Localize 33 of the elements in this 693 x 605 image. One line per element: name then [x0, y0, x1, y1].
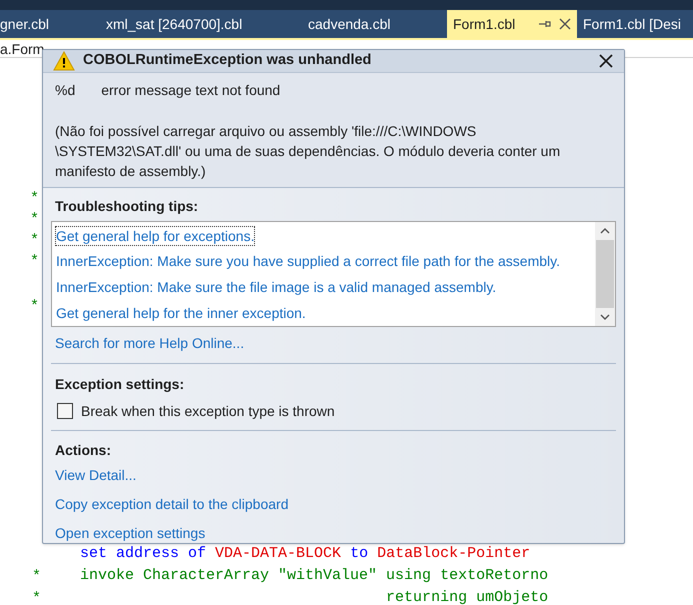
editor-tab[interactable]: Form1.cbl: [447, 10, 577, 38]
help-link[interactable]: Search for more Help Online...: [55, 334, 244, 351]
comment-marker: *: [30, 210, 40, 230]
comment-marker: *: [30, 252, 40, 272]
close-icon[interactable]: [559, 18, 571, 30]
comment-marker: *: [32, 590, 42, 605]
section-heading: Troubleshooting tips:: [54, 196, 200, 216]
comment-marker: *: [30, 297, 40, 317]
action-link[interactable]: Copy exception detail to the clipboard: [55, 494, 288, 515]
error-message: error message text not found: [101, 80, 280, 100]
comment-marker: *: [30, 189, 40, 209]
checkbox[interactable]: [57, 403, 73, 420]
comment-marker: *: [32, 568, 42, 585]
close-icon[interactable]: [598, 52, 614, 69]
warning-icon: [53, 50, 75, 71]
error-code: %d: [55, 80, 76, 100]
tip-link[interactable]: Get general help for exceptions.: [56, 226, 254, 245]
scrollbar[interactable]: [595, 222, 615, 326]
section-heading: Exception settings:: [55, 374, 186, 394]
tip-link[interactable]: InnerException: Make sure you have supplied a correct file path for the assembly.: [56, 252, 560, 270]
action-link[interactable]: View Detail...: [55, 464, 136, 486]
checkbox-label: Break when this exception type is thrown: [81, 402, 335, 421]
dialog-title: COBOLRuntimeException was unhandled: [83, 51, 372, 70]
comment-marker: *: [30, 231, 40, 251]
code-line: invoke CharacterArray "withValue" using textoRetorno: [79, 566, 548, 586]
pin-icon[interactable]: [539, 18, 551, 30]
section-heading: Actions:: [55, 440, 112, 460]
tip-link[interactable]: InnerException: Make sure the file image is a valid managed assembly.: [56, 278, 496, 296]
action-link[interactable]: Open exception settings: [55, 522, 206, 544]
error-detail: (Não foi possível carregar arquivo ou assembly 'file:///C:\WINDOWS \SYSTEM32\SAT.dll' ou uma de suas dependências. O módulo deveria conter um manifesto de assembly.): [55, 122, 562, 181]
code-line: set address of VDA-DATA-BLOCK to DataBlock-Pointer: [79, 544, 530, 564]
tip-link[interactable]: Get general help for the inner exception.: [56, 304, 306, 322]
code-line: returning umObjeto: [385, 588, 548, 605]
